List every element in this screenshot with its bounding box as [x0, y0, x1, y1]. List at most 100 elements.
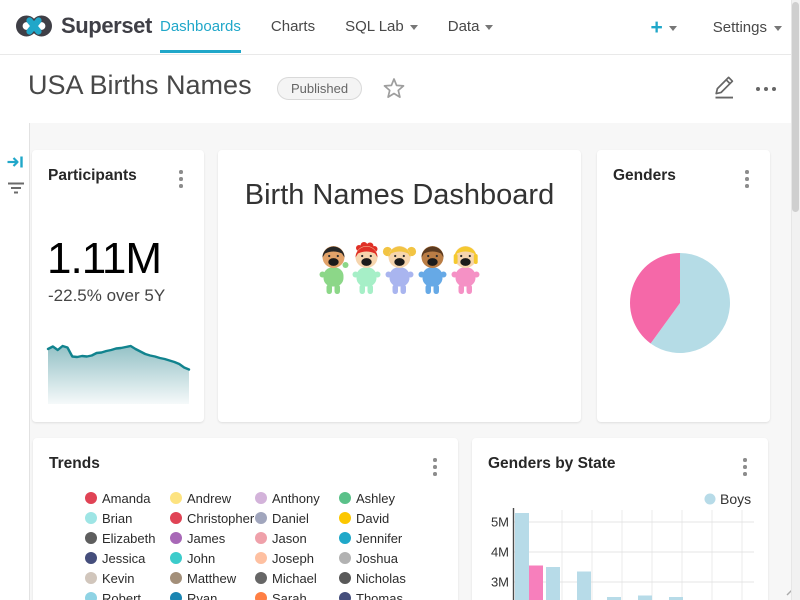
nav-item-data[interactable]: Data [448, 2, 494, 53]
genders-by-state-card: 5M4M3MBoys Genders by State [472, 438, 768, 600]
legend-item-matthew[interactable]: Matthew [170, 568, 255, 588]
legend-dot [85, 592, 97, 600]
legend-dot [339, 532, 351, 544]
legend-label: Anthony [272, 491, 320, 506]
legend-item-michael[interactable]: Michael [255, 568, 339, 588]
app-header: Superset Dashboards Charts SQL Lab Data … [0, 0, 800, 55]
legend-item-joseph[interactable]: Joseph [255, 548, 339, 568]
bar-boys [638, 596, 652, 600]
kebab-menu-icon[interactable] [173, 170, 189, 192]
big-number-value: 1.11M [47, 234, 161, 284]
legend-item-ryan[interactable]: Ryan [170, 588, 255, 600]
kid-figure [419, 246, 447, 294]
dashboard-title-bar: USA Births Names Published [0, 55, 800, 123]
dot [772, 87, 776, 91]
filter-list-button[interactable] [6, 180, 26, 201]
legend-label: Nicholas [356, 571, 406, 586]
trends-legend: Amanda Andrew Anthony Ashley BrianChristophe… [85, 488, 439, 600]
page-scrollbar-thumb[interactable] [792, 2, 799, 212]
genders-card: Genders [597, 150, 770, 422]
legend-item-jessica[interactable]: Jessica [85, 548, 170, 568]
main-nav: Dashboards Charts SQL Lab Data [160, 2, 493, 53]
legend-item-jennifer[interactable]: Jennifer [339, 528, 439, 548]
published-badge[interactable]: Published [277, 77, 362, 100]
sparkline-area [48, 346, 189, 404]
legend-label: Thomas [356, 591, 403, 600]
new-dropdown-button[interactable]: + [651, 17, 677, 38]
dot [764, 87, 768, 91]
kid-figure [452, 246, 480, 294]
caret-down-icon [774, 26, 782, 31]
card-title: Genders [613, 167, 676, 185]
legend-dot [170, 572, 182, 584]
plus-icon: + [651, 17, 663, 38]
expand-filter-bar-icon [6, 153, 25, 171]
legend-item-john[interactable]: John [170, 548, 255, 568]
legend-item-kevin[interactable]: Kevin [85, 568, 170, 588]
legend-item-brian[interactable]: Brian [85, 508, 170, 528]
page-scrollbar-track[interactable] [791, 0, 800, 600]
more-actions-button[interactable] [756, 87, 776, 91]
caret-down-icon [485, 25, 493, 30]
pencil-icon [712, 74, 736, 100]
legend-item-sarah[interactable]: Sarah [255, 588, 339, 600]
kid-figure [383, 246, 416, 294]
nav-item-dashboards[interactable]: Dashboards [160, 2, 241, 53]
legend-item-thomas[interactable]: Thomas [339, 588, 439, 600]
header-right: + Settings [651, 0, 782, 55]
settings-dropdown-button[interactable]: Settings [713, 19, 782, 36]
legend-item-nicholas[interactable]: Nicholas [339, 568, 439, 588]
titlebar-actions [712, 55, 776, 123]
legend-item-elizabeth[interactable]: Elizabeth [85, 528, 170, 548]
legend-dot [255, 552, 267, 564]
nav-item-charts[interactable]: Charts [271, 2, 315, 53]
expand-filter-bar-button[interactable] [6, 153, 25, 176]
markdown-header-card: Birth Names Dashboard [218, 150, 581, 422]
legend-item-andrew[interactable]: Andrew [170, 488, 255, 508]
nav-item-sql-lab[interactable]: SQL Lab [345, 2, 418, 53]
kebab-menu-icon[interactable] [739, 170, 755, 192]
series-legend-dot [705, 494, 716, 505]
star-icon [383, 78, 405, 99]
genders-pie-chart[interactable] [625, 248, 735, 358]
edit-dashboard-button[interactable] [712, 74, 736, 105]
legend-dot [85, 572, 97, 584]
legend-item-anthony[interactable]: Anthony [255, 488, 339, 508]
participants-sparkline-chart[interactable] [44, 340, 194, 410]
legend-label: Jessica [102, 551, 145, 566]
legend-dot [170, 552, 182, 564]
dot [756, 87, 760, 91]
kebab-menu-icon[interactable] [427, 458, 443, 480]
legend-dot [339, 552, 351, 564]
nav-label: SQL Lab [345, 18, 404, 35]
nav-label: Dashboards [160, 18, 241, 35]
legend-item-jason[interactable]: Jason [255, 528, 339, 548]
nav-label: Data [448, 18, 480, 35]
legend-label: Andrew [187, 491, 231, 506]
legend-dot [339, 512, 351, 524]
legend-label: Elizabeth [102, 531, 155, 546]
bar-boys [577, 572, 591, 600]
legend-item-daniel[interactable]: Daniel [255, 508, 339, 528]
legend-dot [255, 532, 267, 544]
bar-boys [546, 567, 560, 600]
card-title: Trends [49, 455, 100, 473]
legend-item-james[interactable]: James [170, 528, 255, 548]
legend-label: James [187, 531, 225, 546]
legend-item-ashley[interactable]: Ashley [339, 488, 439, 508]
legend-item-amanda[interactable]: Amanda [85, 488, 170, 508]
legend-item-david[interactable]: David [339, 508, 439, 528]
legend-item-joshua[interactable]: Joshua [339, 548, 439, 568]
kebab-menu-icon[interactable] [737, 458, 753, 480]
legend-dot [255, 572, 267, 584]
favorite-star-button[interactable] [383, 78, 405, 104]
legend-item-christopher[interactable]: Christopher [170, 508, 255, 528]
legend-item-robert[interactable]: Robert [85, 588, 170, 600]
legend-label: Amanda [102, 491, 150, 506]
legend-dot [339, 572, 351, 584]
infinity-logo-icon [16, 13, 52, 39]
legend-label: Jennifer [356, 531, 402, 546]
big-number-subheader: -22.5% over 5Y [48, 286, 165, 306]
dashboard-title: USA Births Names [28, 70, 252, 101]
superset-logo[interactable]: Superset [16, 13, 152, 39]
